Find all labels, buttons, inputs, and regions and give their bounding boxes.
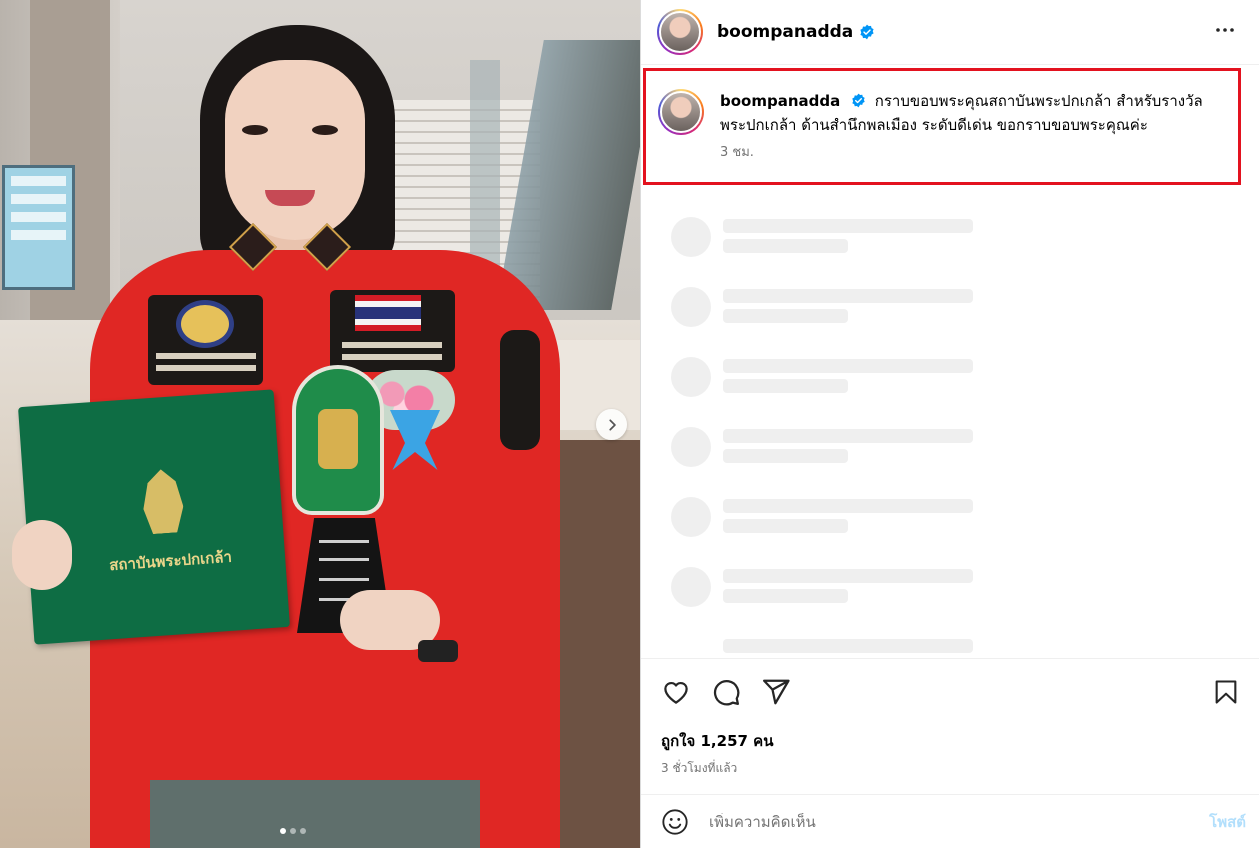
photo-folder-emblem (141, 468, 185, 535)
post-side-panel: boompanadda boompanadda กราบขอบพระคุณสถา… (640, 0, 1259, 848)
caption-username[interactable]: boompanadda (720, 92, 840, 110)
verified-badge-icon (851, 93, 866, 108)
carousel-dot (300, 828, 306, 834)
photo-background-screen (2, 165, 75, 290)
photo-sleeve-patch (500, 330, 540, 450)
post-header: boompanadda (641, 0, 1259, 65)
photo-name-patch (148, 295, 263, 385)
verified-badge-icon (859, 24, 875, 40)
photo-person-eye (242, 125, 268, 135)
carousel-next-button[interactable] (596, 409, 627, 440)
photo-trophy-plaque (292, 365, 384, 515)
author-username[interactable]: boompanadda (717, 22, 853, 42)
photo-person-face (225, 60, 365, 240)
post-actions: ถูกใจ 1,257 คน 3 ชั่วโมงที่แล้ว (641, 658, 1259, 795)
post-time-ago[interactable]: 3 ชั่วโมงที่แล้ว (641, 753, 1259, 778)
caption-body: boompanadda กราบขอบพระคุณสถาบันพระปกเกล้… (720, 89, 1226, 164)
comment-skeleton-row (671, 637, 1001, 657)
post-viewer: สถาบันพระปกเกล้า boompanadda boompanadda… (0, 0, 1259, 848)
caption-timestamp[interactable]: 3 ชม. (720, 141, 1226, 165)
post-photo[interactable]: สถาบันพระปกเกล้า (0, 0, 640, 848)
photo-folder-text: สถาบันพระปกเกล้า (108, 547, 233, 575)
photo-watch (418, 640, 458, 662)
emoji-icon[interactable] (661, 808, 689, 836)
bookmark-icon[interactable] (1212, 677, 1240, 707)
like-count[interactable]: ถูกใจ 1,257 คน (641, 707, 1259, 753)
heart-icon[interactable] (661, 677, 691, 707)
caption-highlight-box: boompanadda กราบขอบพระคุณสถาบันพระปกเกล้… (643, 68, 1241, 185)
caption-author-avatar[interactable] (658, 89, 704, 135)
carousel-dot (280, 828, 286, 834)
carousel-dot (290, 828, 296, 834)
photo-pants (150, 780, 480, 848)
photo-thai-flag (355, 295, 421, 331)
more-options-icon[interactable] (1207, 12, 1243, 52)
carousel-indicator (280, 828, 306, 834)
comment-input[interactable] (709, 812, 1210, 831)
author-avatar[interactable] (657, 9, 703, 55)
photo-person-eye (312, 125, 338, 135)
share-icon[interactable] (761, 677, 791, 707)
chevron-right-icon (608, 418, 616, 431)
photo-hand (12, 520, 72, 590)
comment-icon[interactable] (711, 677, 741, 707)
photo-certificate-folder: สถาบันพระปกเกล้า (18, 389, 290, 645)
post-comment-button[interactable]: โพสต์ (1209, 810, 1246, 834)
comment-composer: โพสต์ (641, 794, 1259, 848)
